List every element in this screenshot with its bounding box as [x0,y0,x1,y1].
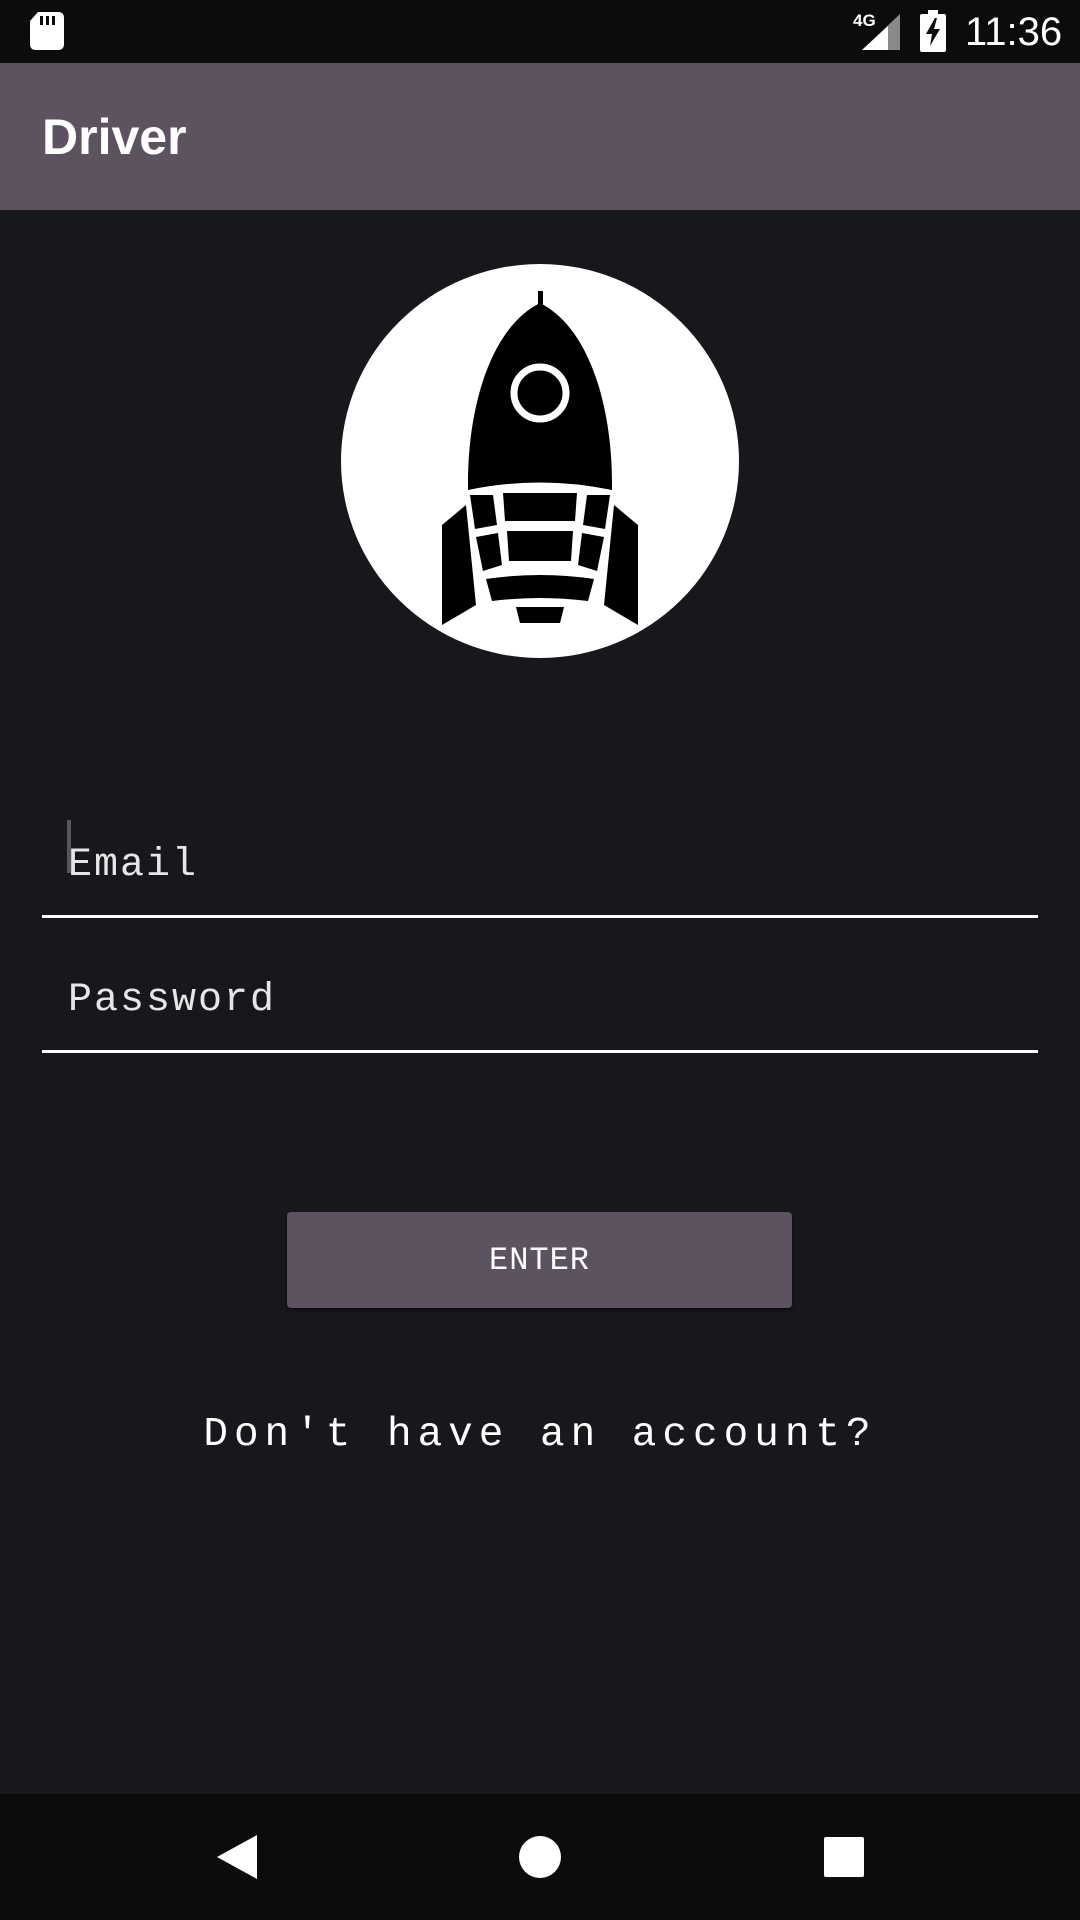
app-title: Driver [42,109,187,165]
email-field-container [42,815,1038,918]
signup-link[interactable]: Don't have an account? [0,1405,1080,1465]
recents-square-icon [824,1837,864,1877]
navigation-bar [0,1794,1080,1920]
enter-button[interactable]: ENTER [287,1212,792,1308]
login-screen: 4G 11:36 Driver Email ENTER Don't have a… [0,0,1080,1920]
email-input[interactable] [68,815,1008,915]
nav-back-button[interactable] [192,1812,282,1902]
back-triangle-icon [217,1835,257,1879]
rocket-icon [341,264,739,658]
signal-strength-icon [862,14,900,50]
status-clock: 11:36 [965,10,1063,54]
status-bar: 4G 11:36 [0,0,1080,63]
app-bar: Driver [0,63,1080,210]
battery-charging-icon [920,10,946,52]
password-input[interactable] [68,950,1008,1050]
password-field-container [42,950,1038,1053]
text-cursor [67,820,71,873]
home-circle-icon [519,1836,561,1878]
nav-recents-button[interactable] [799,1812,889,1902]
sd-card-icon [30,12,64,50]
nav-home-button[interactable] [495,1812,585,1902]
